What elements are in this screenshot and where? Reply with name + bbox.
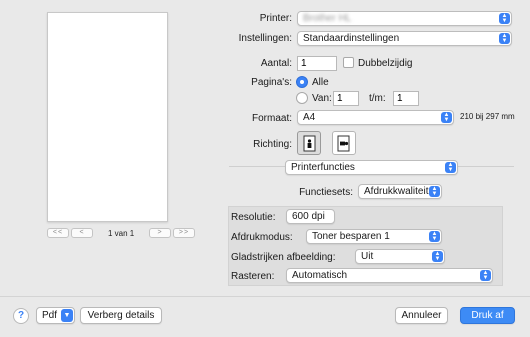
cancel-button[interactable]: Annuleer — [395, 307, 448, 324]
pages-all-radio[interactable] — [296, 76, 308, 88]
chevron-updown-icon: ▲ ▼ — [480, 270, 491, 281]
landscape-icon — [337, 135, 350, 152]
resolution-value: 600 dpi — [292, 211, 325, 222]
copies-field[interactable] — [297, 56, 337, 71]
chevron-down-icon: ▼ — [61, 309, 73, 322]
presets-popup[interactable]: Standaardinstellingen ▲ ▼ — [297, 31, 512, 46]
last-page-button[interactable]: >> — [173, 228, 195, 238]
footer-divider — [0, 296, 530, 297]
copies-label: Aantal: — [260, 58, 292, 69]
hide-details-button[interactable]: Verberg details — [80, 307, 162, 324]
page-indicator: 1 van 1 — [108, 229, 135, 238]
pages-all-label: Alle — [312, 77, 329, 88]
raster-popup[interactable]: Automatisch ▲ ▼ — [286, 268, 493, 283]
orientation-label: Richting: — [253, 139, 292, 150]
paper-size-value: A4 — [303, 112, 316, 123]
printer-label: Printer: — [259, 13, 292, 24]
feature-sets-value: Afdrukkwaliteit — [364, 186, 429, 197]
paper-size-label: Formaat: — [251, 113, 292, 124]
first-page-button[interactable]: << — [47, 228, 69, 238]
portrait-icon — [303, 135, 316, 152]
chevron-updown-icon: ▲ ▼ — [429, 186, 440, 197]
paper-dimensions: 210 bij 297 mm — [460, 112, 515, 121]
feature-sets-popup[interactable]: Afdrukkwaliteit ▲ ▼ — [358, 184, 442, 199]
smoothing-popup[interactable]: Uit ▲ ▼ — [355, 249, 445, 264]
help-button[interactable]: ? — [13, 308, 29, 324]
presets-value: Standaardinstellingen — [303, 33, 400, 44]
paper-size-popup[interactable]: A4 ▲ ▼ — [297, 110, 454, 125]
resolution-field[interactable]: 600 dpi — [286, 209, 335, 224]
raster-value: Automatisch — [292, 270, 348, 281]
presets-label: Instellingen: — [238, 33, 292, 44]
chevron-updown-icon: ▲ ▼ — [499, 33, 510, 44]
feature-sets-label: Functiesets: — [299, 187, 353, 198]
next-page-button[interactable]: > — [149, 228, 171, 238]
section-popup[interactable]: Printerfuncties ▲ ▼ — [285, 160, 458, 175]
print-mode-label: Afdrukmodus: — [231, 232, 293, 243]
chevron-updown-icon: ▲ ▼ — [445, 162, 456, 173]
pages-to-label: t/m: — [369, 93, 386, 104]
printer-value: Brother HL — [303, 13, 352, 24]
chevron-updown-icon: ▲ ▼ — [432, 251, 443, 262]
raster-label: Rasteren: — [231, 271, 275, 282]
resolution-label: Resolutie: — [231, 212, 276, 223]
orientation-portrait-button[interactable] — [297, 131, 321, 155]
duplex-checkbox[interactable] — [343, 57, 354, 68]
print-mode-value: Toner besparen 1 — [312, 231, 390, 242]
print-preview — [47, 12, 168, 222]
pages-to-field[interactable] — [393, 91, 419, 106]
print-button[interactable]: Druk af — [460, 307, 515, 324]
pages-range-radio[interactable] — [296, 92, 308, 104]
chevron-updown-icon: ▲ ▼ — [499, 13, 510, 24]
chevron-updown-icon: ▲ ▼ — [441, 112, 452, 123]
pdf-menu-button[interactable]: Pdf ▼ — [36, 307, 75, 324]
pdf-label: Pdf — [42, 310, 58, 321]
smoothing-label: Gladstrijken afbeelding: — [231, 252, 336, 263]
pages-from-label: Van: — [312, 93, 332, 104]
duplex-label: Dubbelzijdig — [358, 58, 413, 69]
orientation-landscape-button[interactable] — [332, 131, 356, 155]
pages-from-field[interactable] — [333, 91, 359, 106]
pages-label: Pagina's: — [251, 77, 292, 88]
previous-page-button[interactable]: < — [71, 228, 93, 238]
printer-popup[interactable]: Brother HL ▲ ▼ — [297, 11, 512, 26]
print-mode-popup[interactable]: Toner besparen 1 ▲ ▼ — [306, 229, 442, 244]
smoothing-value: Uit — [361, 251, 374, 262]
chevron-updown-icon: ▲ ▼ — [429, 231, 440, 242]
section-value: Printerfuncties — [291, 162, 355, 173]
